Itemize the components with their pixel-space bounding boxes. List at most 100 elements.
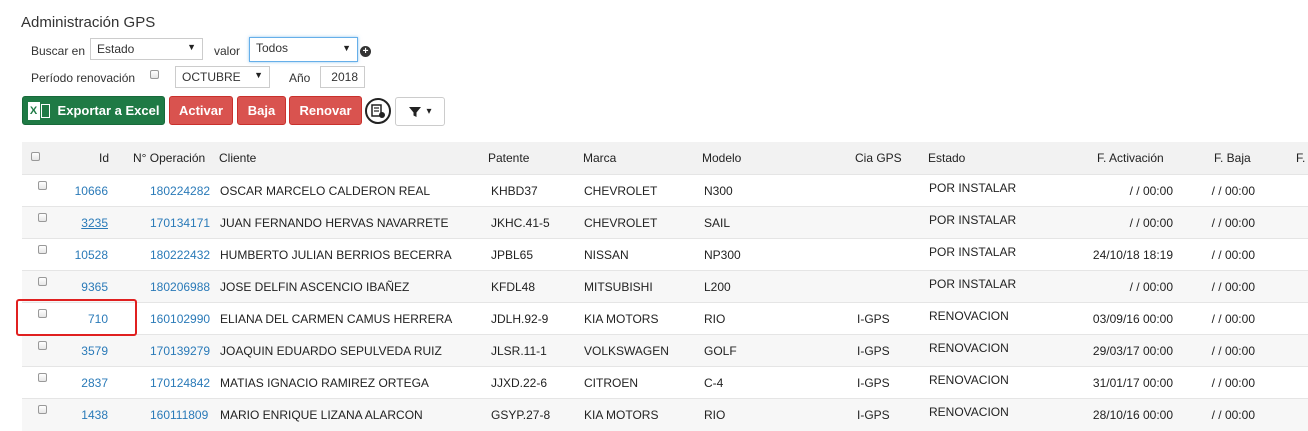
cell-f-activacion: 24/10/18 18:19 xyxy=(1092,248,1173,262)
cell-f-activacion: 03/09/16 00:00 xyxy=(1092,312,1173,326)
cell-id[interactable]: 10666 xyxy=(75,184,108,198)
chevron-down-icon: ▼ xyxy=(342,43,351,53)
cell-f-baja: / / 00:00 xyxy=(1211,344,1255,358)
table-row xyxy=(22,270,1308,303)
cell-operacion[interactable]: 180222432 xyxy=(150,248,210,262)
cell-estado: POR INSTALAR xyxy=(929,277,1017,291)
add-filter-icon[interactable]: + xyxy=(360,46,371,57)
renovar-button[interactable]: Renovar xyxy=(289,96,362,125)
cell-id[interactable]: 1438 xyxy=(81,408,108,422)
cell-modelo: C-4 xyxy=(704,376,724,390)
cell-estado: RENOVACION xyxy=(929,373,1009,387)
col-operacion[interactable]: N° Operación xyxy=(133,151,205,165)
periodo-checkbox[interactable] xyxy=(150,70,159,79)
cell-marca: CHEVROLET xyxy=(584,216,658,230)
cell-modelo: L200 xyxy=(704,280,731,294)
cell-operacion[interactable]: 180224282 xyxy=(150,184,210,198)
settings-list-button[interactable] xyxy=(365,98,391,124)
cell-patente: JDLH.92-9 xyxy=(491,312,549,326)
cell-patente: JLSR.11-1 xyxy=(491,344,547,358)
cell-operacion[interactable]: 170124842 xyxy=(150,376,210,390)
export-excel-label: Exportar a Excel xyxy=(57,103,160,118)
cell-f-activacion: 29/03/17 00:00 xyxy=(1092,344,1173,358)
anio-input[interactable]: 2018 xyxy=(320,66,365,88)
buscar-select[interactable]: Estado ▼ xyxy=(90,38,203,60)
cell-cia-gps: I-GPS xyxy=(857,312,890,326)
cell-id[interactable]: 3235 xyxy=(81,216,108,230)
cell-estado: RENOVACION xyxy=(929,341,1009,355)
row-checkbox[interactable] xyxy=(38,213,47,222)
cell-patente: GSYP.27-8 xyxy=(491,408,551,422)
cell-cliente: JUAN FERNANDO HERVAS NAVARRETE xyxy=(220,216,449,230)
cell-operacion[interactable]: 180206988 xyxy=(150,280,210,294)
col-f-extra[interactable]: F. xyxy=(1296,151,1305,165)
cell-f-activacion: 31/01/17 00:00 xyxy=(1092,376,1173,390)
chevron-down-icon: ▼ xyxy=(254,70,263,80)
chevron-down-icon: ▼ xyxy=(187,42,196,52)
cell-cliente: JOSE DELFIN ASCENCIO IBAÑEZ xyxy=(220,280,410,294)
table-row xyxy=(22,174,1308,207)
cell-f-baja: / / 00:00 xyxy=(1211,184,1255,198)
col-marca[interactable]: Marca xyxy=(583,151,616,165)
cell-operacion[interactable]: 170139279 xyxy=(150,344,210,358)
cell-cia-gps: I-GPS xyxy=(857,408,890,422)
row-checkbox[interactable] xyxy=(38,341,47,350)
cell-cliente: OSCAR MARCELO CALDERON REAL xyxy=(220,184,431,198)
cell-estado: RENOVACION xyxy=(929,405,1009,419)
select-all-checkbox[interactable] xyxy=(31,152,40,161)
filter-button[interactable]: ▾ xyxy=(395,97,445,126)
col-estado[interactable]: Estado xyxy=(928,151,965,165)
cell-id[interactable]: 2837 xyxy=(81,376,108,390)
cell-operacion[interactable]: 160102990 xyxy=(150,312,210,326)
cell-marca: CHEVROLET xyxy=(584,184,658,198)
cell-f-baja: / / 00:00 xyxy=(1211,280,1255,294)
cell-operacion[interactable]: 170134171 xyxy=(150,216,210,230)
cell-marca: MITSUBISHI xyxy=(584,280,653,294)
cell-modelo: GOLF xyxy=(704,344,737,358)
cell-cia-gps: I-GPS xyxy=(857,344,890,358)
cell-f-baja: / / 00:00 xyxy=(1211,312,1255,326)
cell-operacion[interactable]: 160111809 xyxy=(150,408,208,422)
cell-f-activacion: / / 00:00 xyxy=(1129,280,1173,294)
baja-button[interactable]: Baja xyxy=(237,96,286,125)
cell-modelo: RIO xyxy=(704,312,726,326)
row-checkbox[interactable] xyxy=(38,277,47,286)
cell-marca: KIA MOTORS xyxy=(584,312,659,326)
cell-id[interactable]: 9365 xyxy=(81,280,108,294)
cell-f-activacion: 28/10/16 00:00 xyxy=(1092,408,1173,422)
list-settings-icon xyxy=(371,104,385,118)
cell-marca: KIA MOTORS xyxy=(584,408,659,422)
cell-estado: POR INSTALAR xyxy=(929,181,1017,195)
cell-cliente: HUMBERTO JULIAN BERRIOS BECERRA xyxy=(220,248,452,262)
col-cliente[interactable]: Cliente xyxy=(219,151,256,165)
row-checkbox[interactable] xyxy=(38,405,47,414)
valor-select[interactable]: Todos ▼ xyxy=(249,37,358,62)
col-f-baja[interactable]: F. Baja xyxy=(1214,151,1251,165)
month-select[interactable]: OCTUBRE ▼ xyxy=(175,66,270,88)
cell-marca: CITROEN xyxy=(584,376,638,390)
col-id[interactable]: Id xyxy=(99,151,109,165)
cell-estado: RENOVACION xyxy=(929,309,1009,323)
cell-marca: NISSAN xyxy=(584,248,629,262)
col-modelo[interactable]: Modelo xyxy=(702,151,741,165)
cell-patente: KFDL48 xyxy=(491,280,536,294)
export-excel-button[interactable]: X Exportar a Excel xyxy=(22,96,165,125)
row-checkbox[interactable] xyxy=(38,245,47,254)
cell-id[interactable]: 10528 xyxy=(75,248,108,262)
table-row xyxy=(22,206,1308,239)
cell-cliente: JOAQUIN EDUARDO SEPULVEDA RUIZ xyxy=(220,344,442,358)
row-checkbox[interactable] xyxy=(38,181,47,190)
cell-id[interactable]: 3579 xyxy=(81,344,108,358)
caret-down-icon: ▾ xyxy=(426,106,432,117)
cell-cliente: MATIAS IGNACIO RAMIREZ ORTEGA xyxy=(220,376,429,390)
activar-button[interactable]: Activar xyxy=(169,96,233,125)
col-f-activacion[interactable]: F. Activación xyxy=(1097,151,1164,165)
valor-select-value: Todos xyxy=(256,41,289,55)
cell-f-baja: / / 00:00 xyxy=(1211,376,1255,390)
cell-f-baja: / / 00:00 xyxy=(1211,248,1255,262)
month-select-value: OCTUBRE xyxy=(182,70,241,84)
col-patente[interactable]: Patente xyxy=(488,151,529,165)
cell-patente: KHBD37 xyxy=(491,184,538,198)
col-cia-gps[interactable]: Cia GPS xyxy=(855,151,902,165)
row-checkbox[interactable] xyxy=(38,373,47,382)
